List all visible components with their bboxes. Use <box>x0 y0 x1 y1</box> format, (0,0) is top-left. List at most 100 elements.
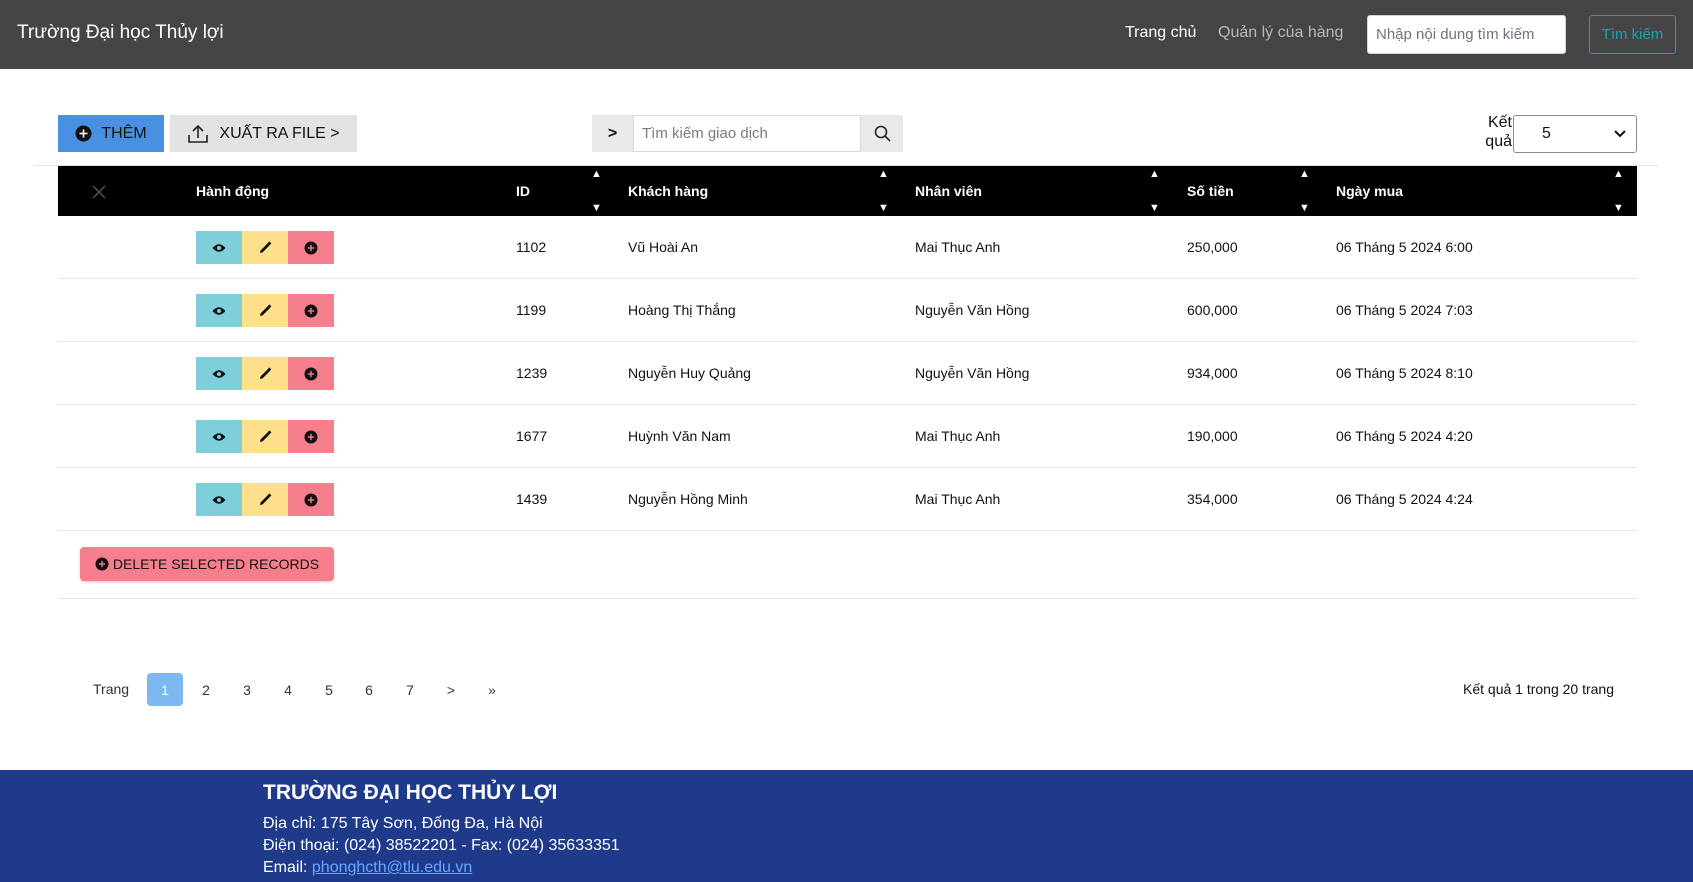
cell-amount: 250,000 <box>1187 239 1238 255</box>
cell-id: 1439 <box>516 491 548 507</box>
cell-date: 06 Tháng 5 2024 8:10 <box>1336 365 1473 381</box>
next-page-button[interactable]: > <box>433 673 469 706</box>
view-button[interactable] <box>196 231 242 264</box>
page-5-button[interactable]: 5 <box>311 673 347 706</box>
column-header-id[interactable]: ID <box>516 166 530 216</box>
delete-button[interactable] <box>288 294 334 327</box>
footer-email-label: Email: <box>263 859 312 876</box>
table-row[interactable]: 1102 Vũ Hoài An Mai Thục Anh 250,000 06 … <box>58 216 1637 279</box>
view-button[interactable] <box>196 357 242 390</box>
page-3-button[interactable]: 3 <box>229 673 265 706</box>
cell-id: 1677 <box>516 428 548 444</box>
nav-search-button[interactable]: Tìm kiếm <box>1589 15 1676 54</box>
edit-button[interactable] <box>242 483 288 516</box>
delete-button[interactable] <box>288 231 334 264</box>
edit-button[interactable] <box>242 420 288 453</box>
nav-link-shop-management[interactable]: Quản lý của hàng <box>1218 24 1343 42</box>
pencil-icon <box>260 429 272 442</box>
page-size-label: Kết quả <box>1485 114 1512 150</box>
cell-date: 06 Tháng 5 2024 4:24 <box>1336 491 1473 507</box>
chevron-down-icon <box>1614 130 1626 138</box>
plus-circle-icon <box>304 241 318 254</box>
view-button[interactable] <box>196 420 242 453</box>
cell-date: 06 Tháng 5 2024 6:00 <box>1336 239 1473 255</box>
delete-button[interactable] <box>288 357 334 390</box>
delete-button[interactable] <box>288 420 334 453</box>
search-icon <box>874 125 891 142</box>
eye-icon <box>212 243 226 252</box>
page-size-value: 5 <box>1542 125 1551 142</box>
sort-up-icon: ▲ <box>1613 168 1624 180</box>
cell-staff: Mai Thục Anh <box>915 428 1001 444</box>
nav-link-home[interactable]: Trang chủ <box>1125 24 1196 42</box>
sort-date-toggle[interactable]: ▲ ▼ <box>1613 166 1625 216</box>
clear-selection-button[interactable] <box>90 174 108 210</box>
export-file-button[interactable]: XUẤT RA FILE > <box>170 115 357 152</box>
pencil-icon <box>260 366 272 379</box>
eye-icon <box>212 432 226 441</box>
table-row[interactable]: 1239 Nguyễn Huy Quảng Nguyễn Văn Hồng 93… <box>58 342 1637 405</box>
transaction-search-button[interactable] <box>861 115 903 152</box>
nav-search-input[interactable] <box>1367 15 1566 54</box>
sort-up-icon: ▲ <box>1299 168 1310 180</box>
pagination-summary: Kết quả 1 trong 20 trang <box>1463 681 1614 697</box>
footer-phone: Điện thoại: (024) 38522201 - Fax: (024) … <box>263 837 620 854</box>
cell-customer: Vũ Hoài An <box>628 239 699 255</box>
transaction-search-input[interactable] <box>633 115 861 152</box>
view-button[interactable] <box>196 483 242 516</box>
page-1-button[interactable]: 1 <box>147 673 183 706</box>
table-row[interactable]: 1677 Huỳnh Văn Nam Mai Thục Anh 190,000 … <box>58 405 1637 468</box>
cell-customer: Nguyễn Huy Quảng <box>628 365 751 381</box>
cell-amount: 190,000 <box>1187 428 1238 444</box>
edit-button[interactable] <box>242 357 288 390</box>
page-2-button[interactable]: 2 <box>188 673 224 706</box>
column-header-date[interactable]: Ngày mua <box>1336 166 1403 216</box>
cell-date: 06 Tháng 5 2024 7:03 <box>1336 302 1473 318</box>
footer-email-link[interactable]: phonghcth@tlu.edu.vn <box>312 859 472 876</box>
delete-button[interactable] <box>288 483 334 516</box>
column-header-amount[interactable]: Số tiền <box>1187 166 1234 216</box>
delete-selected-button[interactable]: DELETE SELECTED RECORDS <box>80 547 334 581</box>
sort-customer-toggle[interactable]: ▲ ▼ <box>878 166 890 216</box>
cell-customer: Huỳnh Văn Nam <box>628 428 731 444</box>
sort-staff-toggle[interactable]: ▲ ▼ <box>1149 166 1161 216</box>
page-7-button[interactable]: 7 <box>392 673 428 706</box>
pencil-icon <box>260 492 272 505</box>
plus-circle-icon <box>95 557 109 571</box>
table-row[interactable]: 1199 Hoàng Thị Thắng Nguyễn Văn Hồng 600… <box>58 279 1637 342</box>
cell-customer: Hoàng Thị Thắng <box>628 302 736 318</box>
column-header-staff[interactable]: Nhân viên <box>915 166 982 216</box>
add-button-label: THÊM <box>101 124 147 142</box>
column-header-customer[interactable]: Khách hàng <box>628 166 708 216</box>
top-navbar: Trường Đại học Thủy lợi Trang chủ Quản l… <box>0 0 1693 69</box>
edit-button[interactable] <box>242 231 288 264</box>
sort-down-icon: ▼ <box>1613 202 1624 214</box>
page-size-select[interactable]: 5 <box>1513 115 1637 153</box>
pencil-icon <box>260 240 272 253</box>
edit-button[interactable] <box>242 294 288 327</box>
page-4-button[interactable]: 4 <box>270 673 306 706</box>
cell-id: 1239 <box>516 365 548 381</box>
sort-down-icon: ▼ <box>1149 202 1160 214</box>
cell-id: 1199 <box>516 302 547 318</box>
page-6-button[interactable]: 6 <box>351 673 387 706</box>
sort-down-icon: ▼ <box>1299 202 1310 214</box>
footer: TRƯỜNG ĐẠI HỌC THỦY LỢI Địa chỉ: 175 Tây… <box>0 770 1693 882</box>
view-button[interactable] <box>196 294 242 327</box>
last-page-button[interactable]: » <box>474 673 510 706</box>
search-filter-toggle[interactable]: > <box>592 115 633 152</box>
eye-icon <box>212 369 226 378</box>
sort-amount-toggle[interactable]: ▲ ▼ <box>1299 166 1311 216</box>
sort-up-icon: ▲ <box>1149 168 1160 180</box>
plus-circle-icon <box>304 304 318 317</box>
pencil-icon <box>260 303 272 316</box>
sort-id-toggle[interactable]: ▲ ▼ <box>591 166 603 216</box>
brand-title[interactable]: Trường Đại học Thủy lợi <box>17 22 224 44</box>
table-row[interactable]: 1439 Nguyễn Hồng Minh Mai Thục Anh 354,0… <box>58 468 1637 531</box>
cell-staff: Nguyễn Văn Hồng <box>915 302 1030 318</box>
close-icon <box>92 185 106 199</box>
cell-amount: 934,000 <box>1187 365 1238 381</box>
add-button[interactable]: THÊM <box>58 115 164 152</box>
cell-staff: Nguyễn Văn Hồng <box>915 365 1030 381</box>
upload-icon <box>188 124 209 143</box>
